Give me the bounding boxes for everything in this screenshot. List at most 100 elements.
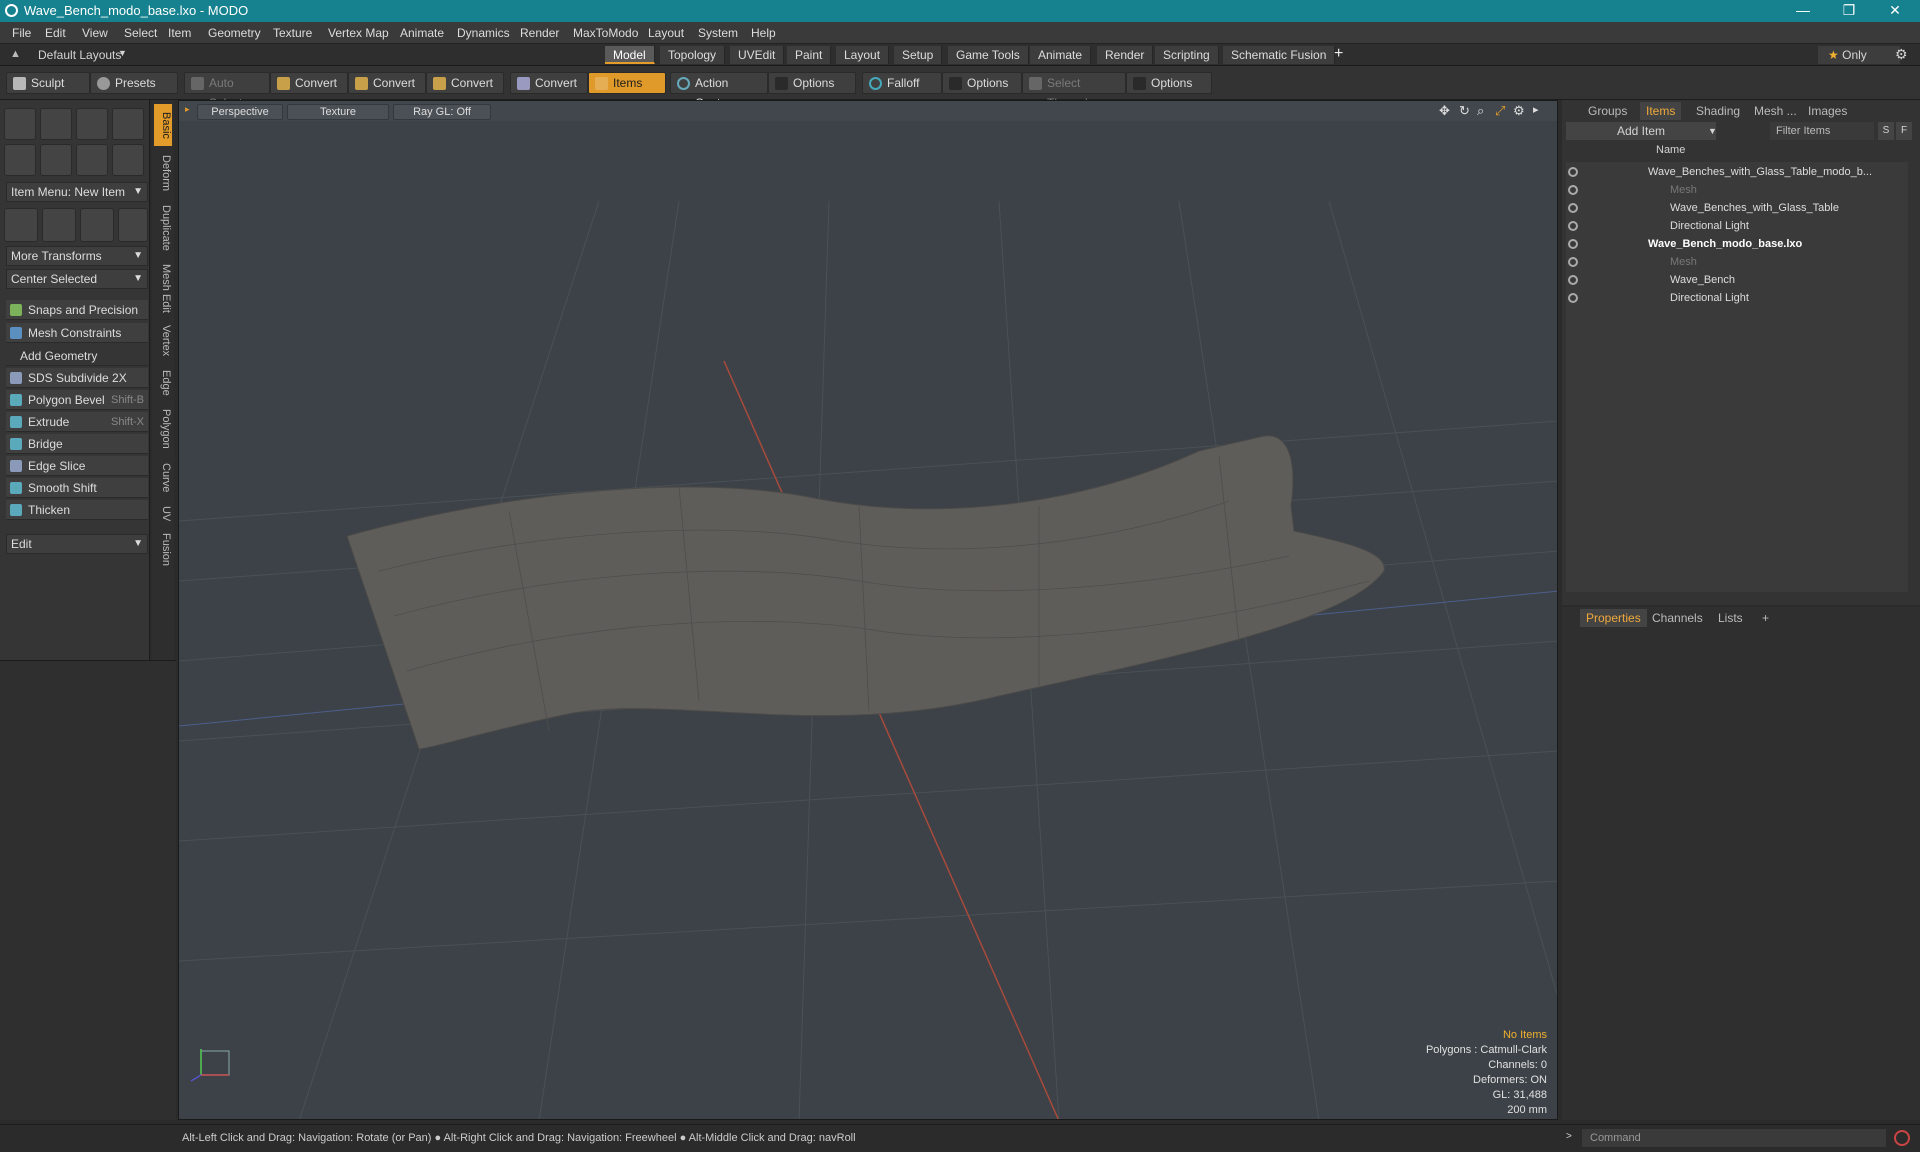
visibility-icon[interactable] <box>1568 293 1578 303</box>
select-through-button[interactable]: Select Through <box>1022 72 1126 110</box>
cylinder-icon[interactable] <box>76 108 108 140</box>
chevron-down-icon[interactable]: ▼ <box>1708 122 1717 140</box>
capsule-icon[interactable] <box>40 144 72 176</box>
tree-row-group-1[interactable]: Wave_Benches_with_Glass_Table <box>1566 199 1901 217</box>
f-button[interactable]: F <box>1896 122 1912 140</box>
tab-channels[interactable]: Channels <box>1646 609 1709 627</box>
tab-model[interactable]: Model <box>605 46 655 64</box>
visibility-icon[interactable] <box>1568 185 1578 195</box>
edit-dropdown[interactable]: Edit ▼ <box>6 534 148 554</box>
layout-select[interactable]: Default Layouts <box>38 48 121 62</box>
filter-items-input[interactable]: Filter Items <box>1770 122 1874 140</box>
sculpt-button[interactable]: Sculpt <box>6 72 90 94</box>
vtab-mesh-edit[interactable]: Mesh Edit <box>154 260 172 316</box>
menu-layout[interactable]: Layout <box>648 26 684 40</box>
layout-collapse-icon[interactable]: ▲ <box>10 48 21 60</box>
tool-smooth-shift[interactable]: Smooth Shift <box>6 478 148 498</box>
close-button[interactable]: ✕ <box>1872 0 1918 22</box>
maximize-viewport-icon[interactable]: ⤢ <box>1495 103 1505 119</box>
add-geometry-header[interactable]: Add Geometry <box>6 346 148 366</box>
tab-paint[interactable]: Paint <box>787 46 832 64</box>
view-type-dropdown[interactable]: Perspective <box>197 104 283 120</box>
tree-row-mesh-1[interactable]: Mesh <box>1566 181 1901 199</box>
3d-viewport[interactable]: ▸ Perspective Texture Ray GL: Off ✥ ↻ ⌕ … <box>178 100 1558 1120</box>
items-mode-button[interactable]: Items <box>588 72 666 94</box>
tool-extrude[interactable]: Extrude Shift-X <box>6 412 148 432</box>
action-center-options-button[interactable]: Options <box>768 72 856 94</box>
menu-view[interactable]: View <box>82 26 108 40</box>
command-input[interactable]: Command <box>1582 1129 1886 1147</box>
cone-icon[interactable] <box>112 108 144 140</box>
maximize-button[interactable]: ❐ <box>1826 0 1872 22</box>
tab-animate[interactable]: Animate <box>1030 46 1092 64</box>
tab-render[interactable]: Render <box>1097 46 1154 64</box>
pan-icon[interactable]: ✥ <box>1439 103 1450 119</box>
vtab-uv[interactable]: UV <box>154 502 172 526</box>
visibility-icon[interactable] <box>1568 257 1578 267</box>
gear-icon[interactable]: ⚙ <box>1895 46 1908 63</box>
tree-row-light-1[interactable]: Directional Light <box>1566 217 1901 235</box>
vtab-curve[interactable]: Curve <box>154 458 172 498</box>
tab-properties[interactable]: Properties <box>1580 609 1647 627</box>
tab-shading[interactable]: Shading <box>1690 102 1746 120</box>
vtab-basic[interactable]: Basic <box>154 104 172 146</box>
convert-vertices-button[interactable]: Convert <box>270 72 348 94</box>
menu-file[interactable]: File <box>12 26 31 40</box>
s-button[interactable]: S <box>1878 122 1894 140</box>
tree-row-light-2[interactable]: Directional Light <box>1566 289 1901 307</box>
menu-dynamics[interactable]: Dynamics <box>457 26 510 40</box>
tab-scripting[interactable]: Scripting <box>1155 46 1219 64</box>
tab-groups[interactable]: Groups <box>1582 102 1633 120</box>
shading-dropdown[interactable]: Texture <box>287 104 389 120</box>
cube-icon[interactable] <box>4 108 36 140</box>
menu-vertex-map[interactable]: Vertex Map <box>328 26 389 40</box>
center-selected-dropdown[interactable]: Center Selected ▼ <box>6 269 148 289</box>
menu-help[interactable]: Help <box>751 26 776 40</box>
tab-setup[interactable]: Setup <box>894 46 943 64</box>
menu-item[interactable]: Item <box>168 26 191 40</box>
tree-row-mesh-2[interactable]: Mesh <box>1566 253 1901 271</box>
viewport-scene[interactable] <box>179 101 1558 1120</box>
menu-render[interactable]: Render <box>520 26 559 40</box>
menu-system[interactable]: System <box>698 26 738 40</box>
text-icon[interactable] <box>112 144 144 176</box>
tab-mesh[interactable]: Mesh ... <box>1748 102 1803 120</box>
visibility-icon[interactable] <box>1568 203 1578 213</box>
menu-maxtomodo[interactable]: MaxToModo <box>573 26 638 40</box>
vtab-polygon[interactable]: Polygon <box>154 404 172 454</box>
vtab-deform[interactable]: Deform <box>154 150 172 196</box>
mesh-constraints-button[interactable]: Mesh Constraints <box>6 323 148 343</box>
visibility-icon[interactable] <box>1568 275 1578 285</box>
tool-edge-slice[interactable]: Edge Slice <box>6 456 148 476</box>
menu-animate[interactable]: Animate <box>400 26 444 40</box>
visibility-icon[interactable] <box>1568 167 1578 177</box>
menu-select[interactable]: Select <box>124 26 157 40</box>
add-item-button[interactable]: Add Item <box>1566 122 1716 140</box>
auto-select-button[interactable]: Auto Select <box>184 72 270 110</box>
tree-row-scene-2[interactable]: Wave_Bench_modo_base.lxo <box>1566 235 1901 253</box>
vtab-duplicate[interactable]: Duplicate <box>154 200 172 256</box>
menu-edit[interactable]: Edit <box>45 26 66 40</box>
add-tab-button[interactable]: + <box>1334 45 1343 63</box>
layout-select-arrow-icon[interactable]: ▼ <box>118 48 127 58</box>
vtab-fusion[interactable]: Fusion <box>154 530 172 570</box>
tool-thicken[interactable]: Thicken <box>6 500 148 520</box>
record-icon[interactable] <box>1894 1130 1910 1146</box>
select-options-button[interactable]: Options <box>1126 72 1212 94</box>
tab-layout[interactable]: Layout <box>836 46 890 64</box>
tool-sds-subdivide[interactable]: SDS Subdivide 2X <box>6 368 148 388</box>
menu-geometry[interactable]: Geometry <box>208 26 261 40</box>
bench-mesh[interactable] <box>346 435 1385 750</box>
tab-items[interactable]: Items <box>1640 102 1682 120</box>
snaps-button[interactable]: Snaps and Precision <box>6 300 148 320</box>
visibility-icon[interactable] <box>1568 221 1578 231</box>
sphere-icon[interactable] <box>40 108 72 140</box>
tab-topology[interactable]: Topology <box>660 46 726 64</box>
tab-images[interactable]: Images <box>1802 102 1853 120</box>
transform-icon[interactable] <box>4 208 38 242</box>
more-transforms-dropdown[interactable]: More Transforms ▼ <box>6 246 148 266</box>
viewport-expand-icon[interactable]: ▸ <box>1533 103 1539 116</box>
torus-icon[interactable] <box>4 144 36 176</box>
vtab-edge[interactable]: Edge <box>154 366 172 400</box>
tab-schematic-fusion[interactable]: Schematic Fusion <box>1223 46 1336 64</box>
